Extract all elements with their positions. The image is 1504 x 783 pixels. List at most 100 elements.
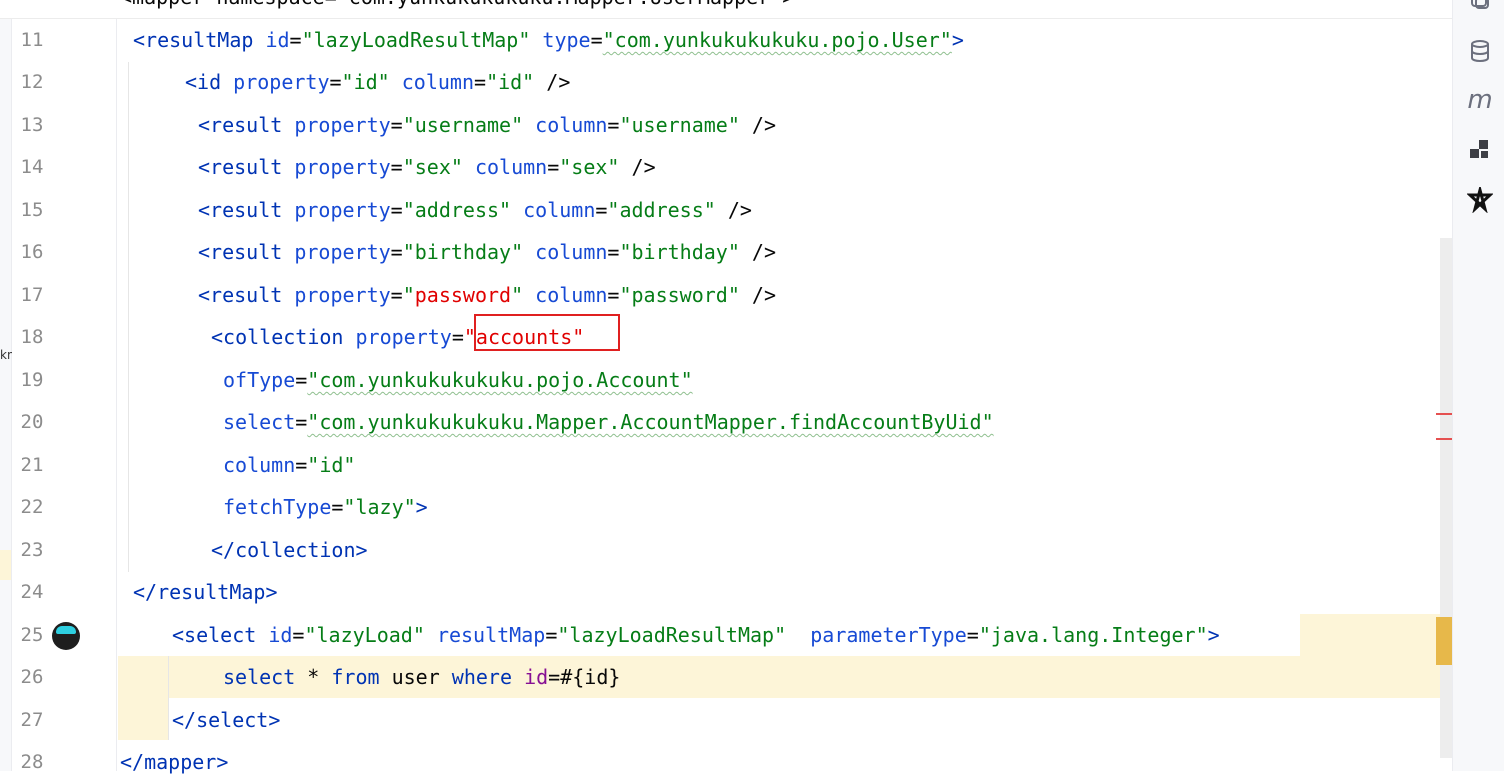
code-token: column — [535, 113, 608, 137]
code-text[interactable]: </select> — [172, 699, 280, 741]
code-text[interactable]: column="id" — [223, 444, 355, 486]
code-line[interactable]: 18 <collection property="accounts" — [0, 316, 1452, 358]
code-token: "lazyLoadResultMap" — [557, 623, 787, 647]
code-text[interactable]: <result property="password" column="pass… — [198, 274, 776, 316]
code-line[interactable]: 21 column="id" — [0, 444, 1452, 486]
copilot-icon[interactable] — [1467, 0, 1493, 14]
line-number: 24 — [20, 581, 44, 603]
code-token: =#{id} — [548, 665, 621, 689]
code-line[interactable]: 22 fetchType="lazy"> — [0, 486, 1452, 528]
mybatis-icon[interactable] — [1467, 187, 1493, 213]
code-token: = — [545, 623, 558, 647]
code-token: column — [523, 198, 596, 222]
code-token: = — [595, 198, 608, 222]
code-token: resultMap — [436, 623, 546, 647]
code-token: property — [233, 70, 330, 94]
code-token: </collection> — [211, 538, 368, 562]
code-token: " — [402, 283, 415, 307]
code-token: "lazyLoad" — [304, 623, 425, 647]
code-text[interactable]: select="com.yunkukukukuku.Mapper.Account… — [223, 401, 994, 443]
code-line[interactable]: 20 select="com.yunkukukukuku.Mapper.Accou… — [0, 401, 1452, 443]
code-token: "com.yunkukukukuku.pojo.User" — [602, 28, 952, 52]
code-token: <resultMap — [133, 28, 266, 52]
code-line[interactable]: 25 <select id="lazyLoad" resultMap="lazyL… — [0, 614, 1452, 656]
code-token: <collection — [211, 325, 356, 349]
code-token: = — [390, 240, 403, 264]
code-token: /> — [739, 240, 777, 264]
code-line[interactable]: 13 <result property="username" column="us… — [0, 104, 1452, 146]
code-line[interactable]: 11 <resultMap id="lazyLoadResultMap" type… — [0, 19, 1452, 61]
code-token: > — [1207, 623, 1220, 647]
line-number: 13 — [20, 114, 44, 136]
code-token: password — [414, 283, 512, 307]
code-line[interactable]: 17 <result property="password" column="pa… — [0, 274, 1452, 316]
code-token: where — [451, 665, 513, 689]
code-line[interactable]: 27 </select> — [0, 699, 1452, 741]
code-token: "username" — [619, 113, 740, 137]
code-text[interactable]: <id property="id" column="id" /> — [185, 61, 570, 103]
plugin-icon[interactable] — [1467, 137, 1493, 163]
code-token: "username" — [402, 113, 524, 137]
code-token: <result — [198, 113, 295, 137]
code-text[interactable]: </resultMap> — [133, 571, 278, 613]
code-token: <result — [198, 283, 295, 307]
code-token: "id" — [486, 70, 535, 94]
code-text[interactable]: fetchType="lazy"> — [223, 486, 428, 528]
code-token: <select — [172, 623, 269, 647]
code-line[interactable]: 14 <result property="sex" column="sex" /> — [0, 146, 1452, 188]
code-token: = — [295, 453, 308, 477]
code-token: "id" — [341, 70, 390, 94]
error-marker[interactable] — [1436, 438, 1452, 440]
code-text[interactable]: </collection> — [211, 529, 368, 571]
code-line[interactable]: 26 select * from user where id=#{id} — [0, 656, 1452, 698]
line-number: 28 — [20, 751, 44, 773]
code-text[interactable]: <result property="address" column="addre… — [198, 189, 752, 231]
code-line[interactable]: 19 ofType="com.yunkukukukuku.pojo.Account… — [0, 359, 1452, 401]
code-token: id — [524, 665, 549, 689]
code-token: </mapper> — [120, 750, 229, 774]
code-text[interactable]: ofType="com.yunkukukukuku.pojo.Account" — [223, 359, 693, 401]
line-number: 20 — [20, 411, 44, 433]
code-token: <result — [198, 198, 295, 222]
code-text[interactable]: <select id="lazyLoad" resultMap="lazyLoa… — [172, 614, 1220, 656]
code-token: select — [223, 665, 296, 689]
code-text[interactable]: <resultMap id="lazyLoadResultMap" type="… — [133, 19, 964, 61]
highlight-marker[interactable] — [1436, 617, 1452, 665]
code-line[interactable]: 28 </mapper> — [0, 741, 1452, 783]
code-text[interactable]: <result property="username" column="user… — [198, 104, 776, 146]
code-line[interactable]: 12 <id property="id" column="id" /> — [0, 61, 1452, 103]
code-token: * — [295, 665, 332, 689]
code-text[interactable]: <result property="sex" column="sex" /> — [198, 146, 656, 188]
vertical-scrollbar[interactable] — [1440, 238, 1452, 758]
code-line[interactable]: 23 </collection> — [0, 529, 1452, 571]
code-text[interactable]: select * from user where id=#{id} — [223, 656, 620, 698]
line-number: 22 — [20, 496, 44, 518]
code-token: = — [607, 240, 620, 264]
database-icon[interactable] — [1467, 38, 1493, 64]
error-marker[interactable] — [1436, 413, 1452, 415]
line-number: 23 — [20, 539, 44, 561]
code-token: "password" — [619, 283, 740, 307]
line-number: 25 — [20, 624, 44, 646]
code-text[interactable]: <result property="birthday" column="birt… — [198, 231, 776, 273]
code-token: = — [331, 495, 344, 519]
code-token: select — [223, 410, 296, 434]
code-token: "id" — [307, 453, 356, 477]
code-token: column — [401, 70, 475, 94]
code-line[interactable]: 16 <result property="birthday" column="bi… — [0, 231, 1452, 273]
code-line[interactable]: 24 </resultMap> — [0, 571, 1452, 613]
code-token: <result — [198, 155, 295, 179]
code-token: property — [355, 325, 452, 349]
code-line[interactable]: 15 <result property="address" column="add… — [0, 189, 1452, 231]
code-token: = — [547, 155, 560, 179]
line-number: 11 — [20, 29, 44, 51]
code-token: <id — [185, 70, 234, 94]
code-text[interactable]: </mapper> — [120, 741, 228, 783]
mybatis-gutter-icon[interactable] — [52, 622, 80, 650]
maven-icon[interactable]: m — [1467, 87, 1493, 113]
code-token: = — [390, 155, 403, 179]
code-token: property — [294, 240, 391, 264]
